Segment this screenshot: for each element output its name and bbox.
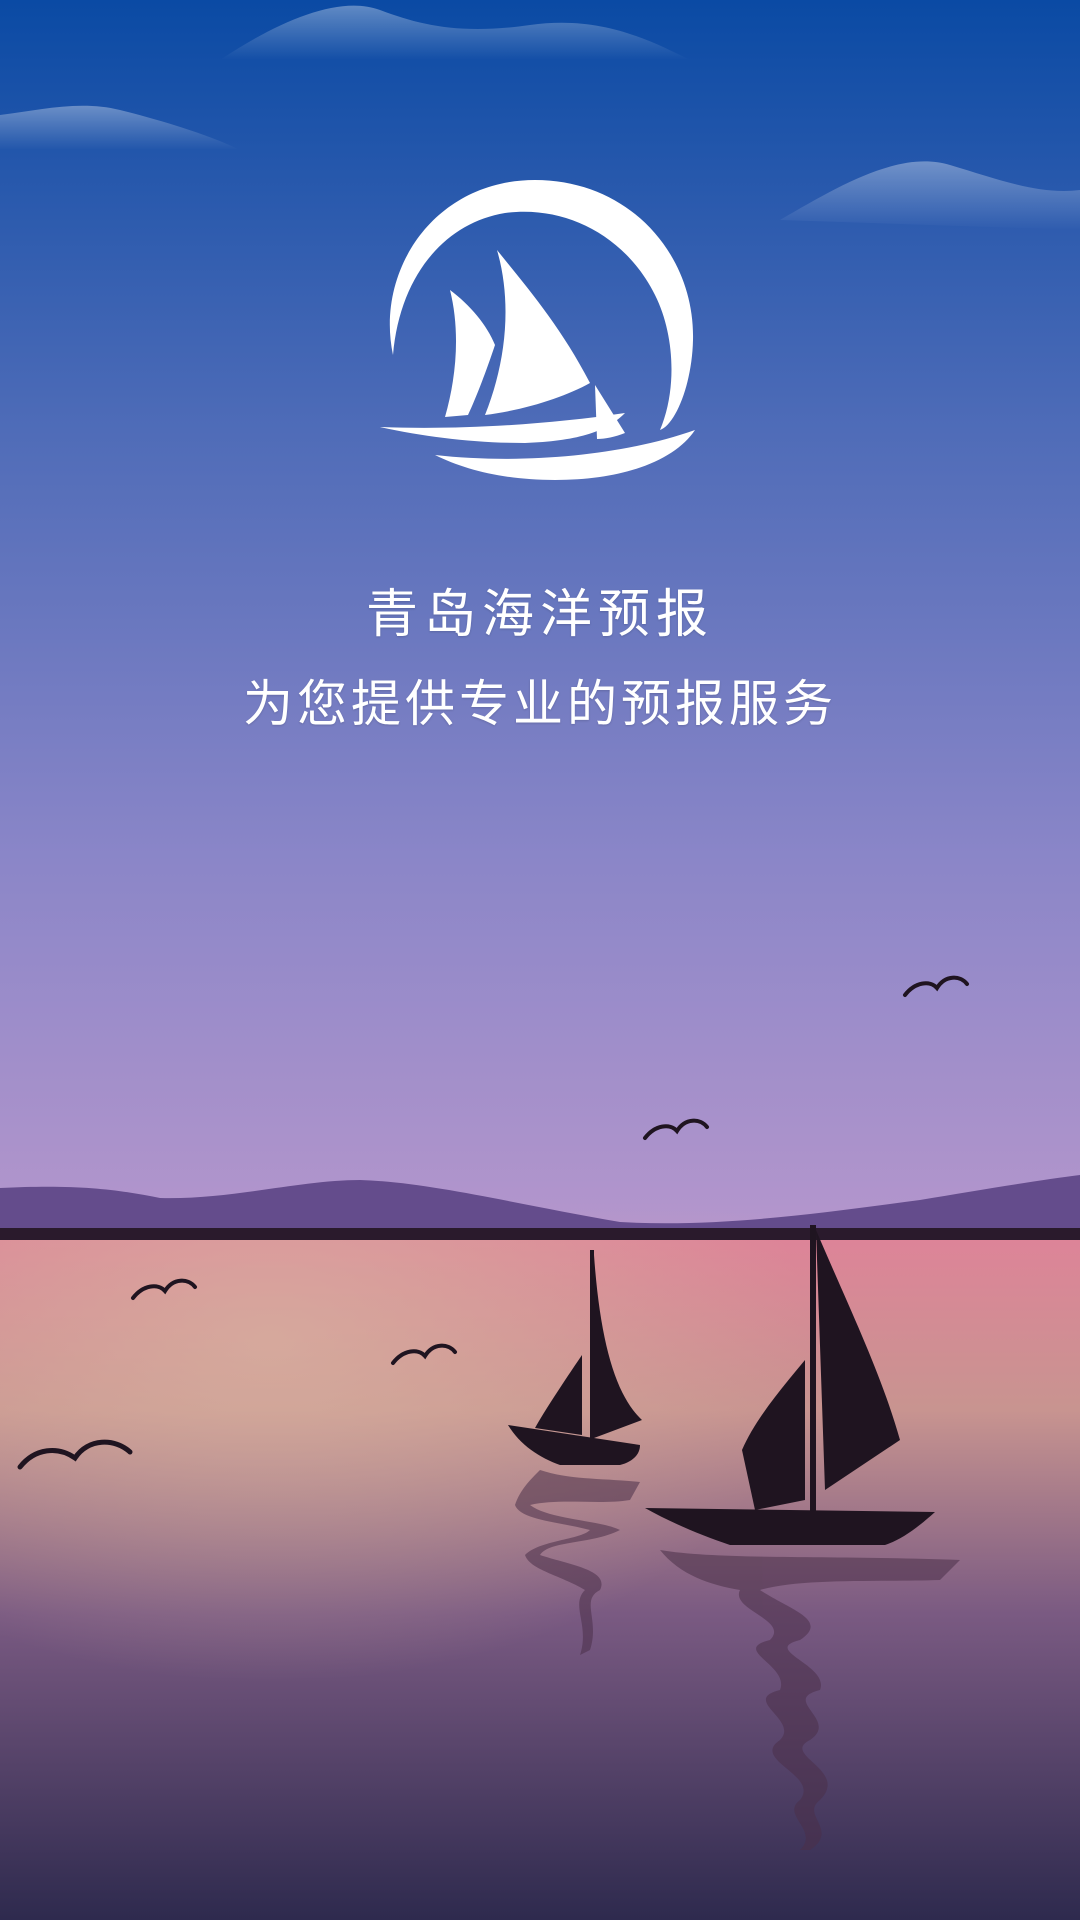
sailboat-moon-logo-icon xyxy=(380,180,695,480)
splash-screen: 青岛海洋预报 为您提供专业的预报服务 xyxy=(0,0,1080,1920)
app-name: 青岛海洋预报 xyxy=(365,585,714,645)
slogan: 为您提供专业的预报服务 xyxy=(243,675,837,733)
horizon-line xyxy=(0,1228,1080,1240)
tagline-block: 青岛海洋预报 为您提供专业的预报服务 xyxy=(0,575,1080,749)
